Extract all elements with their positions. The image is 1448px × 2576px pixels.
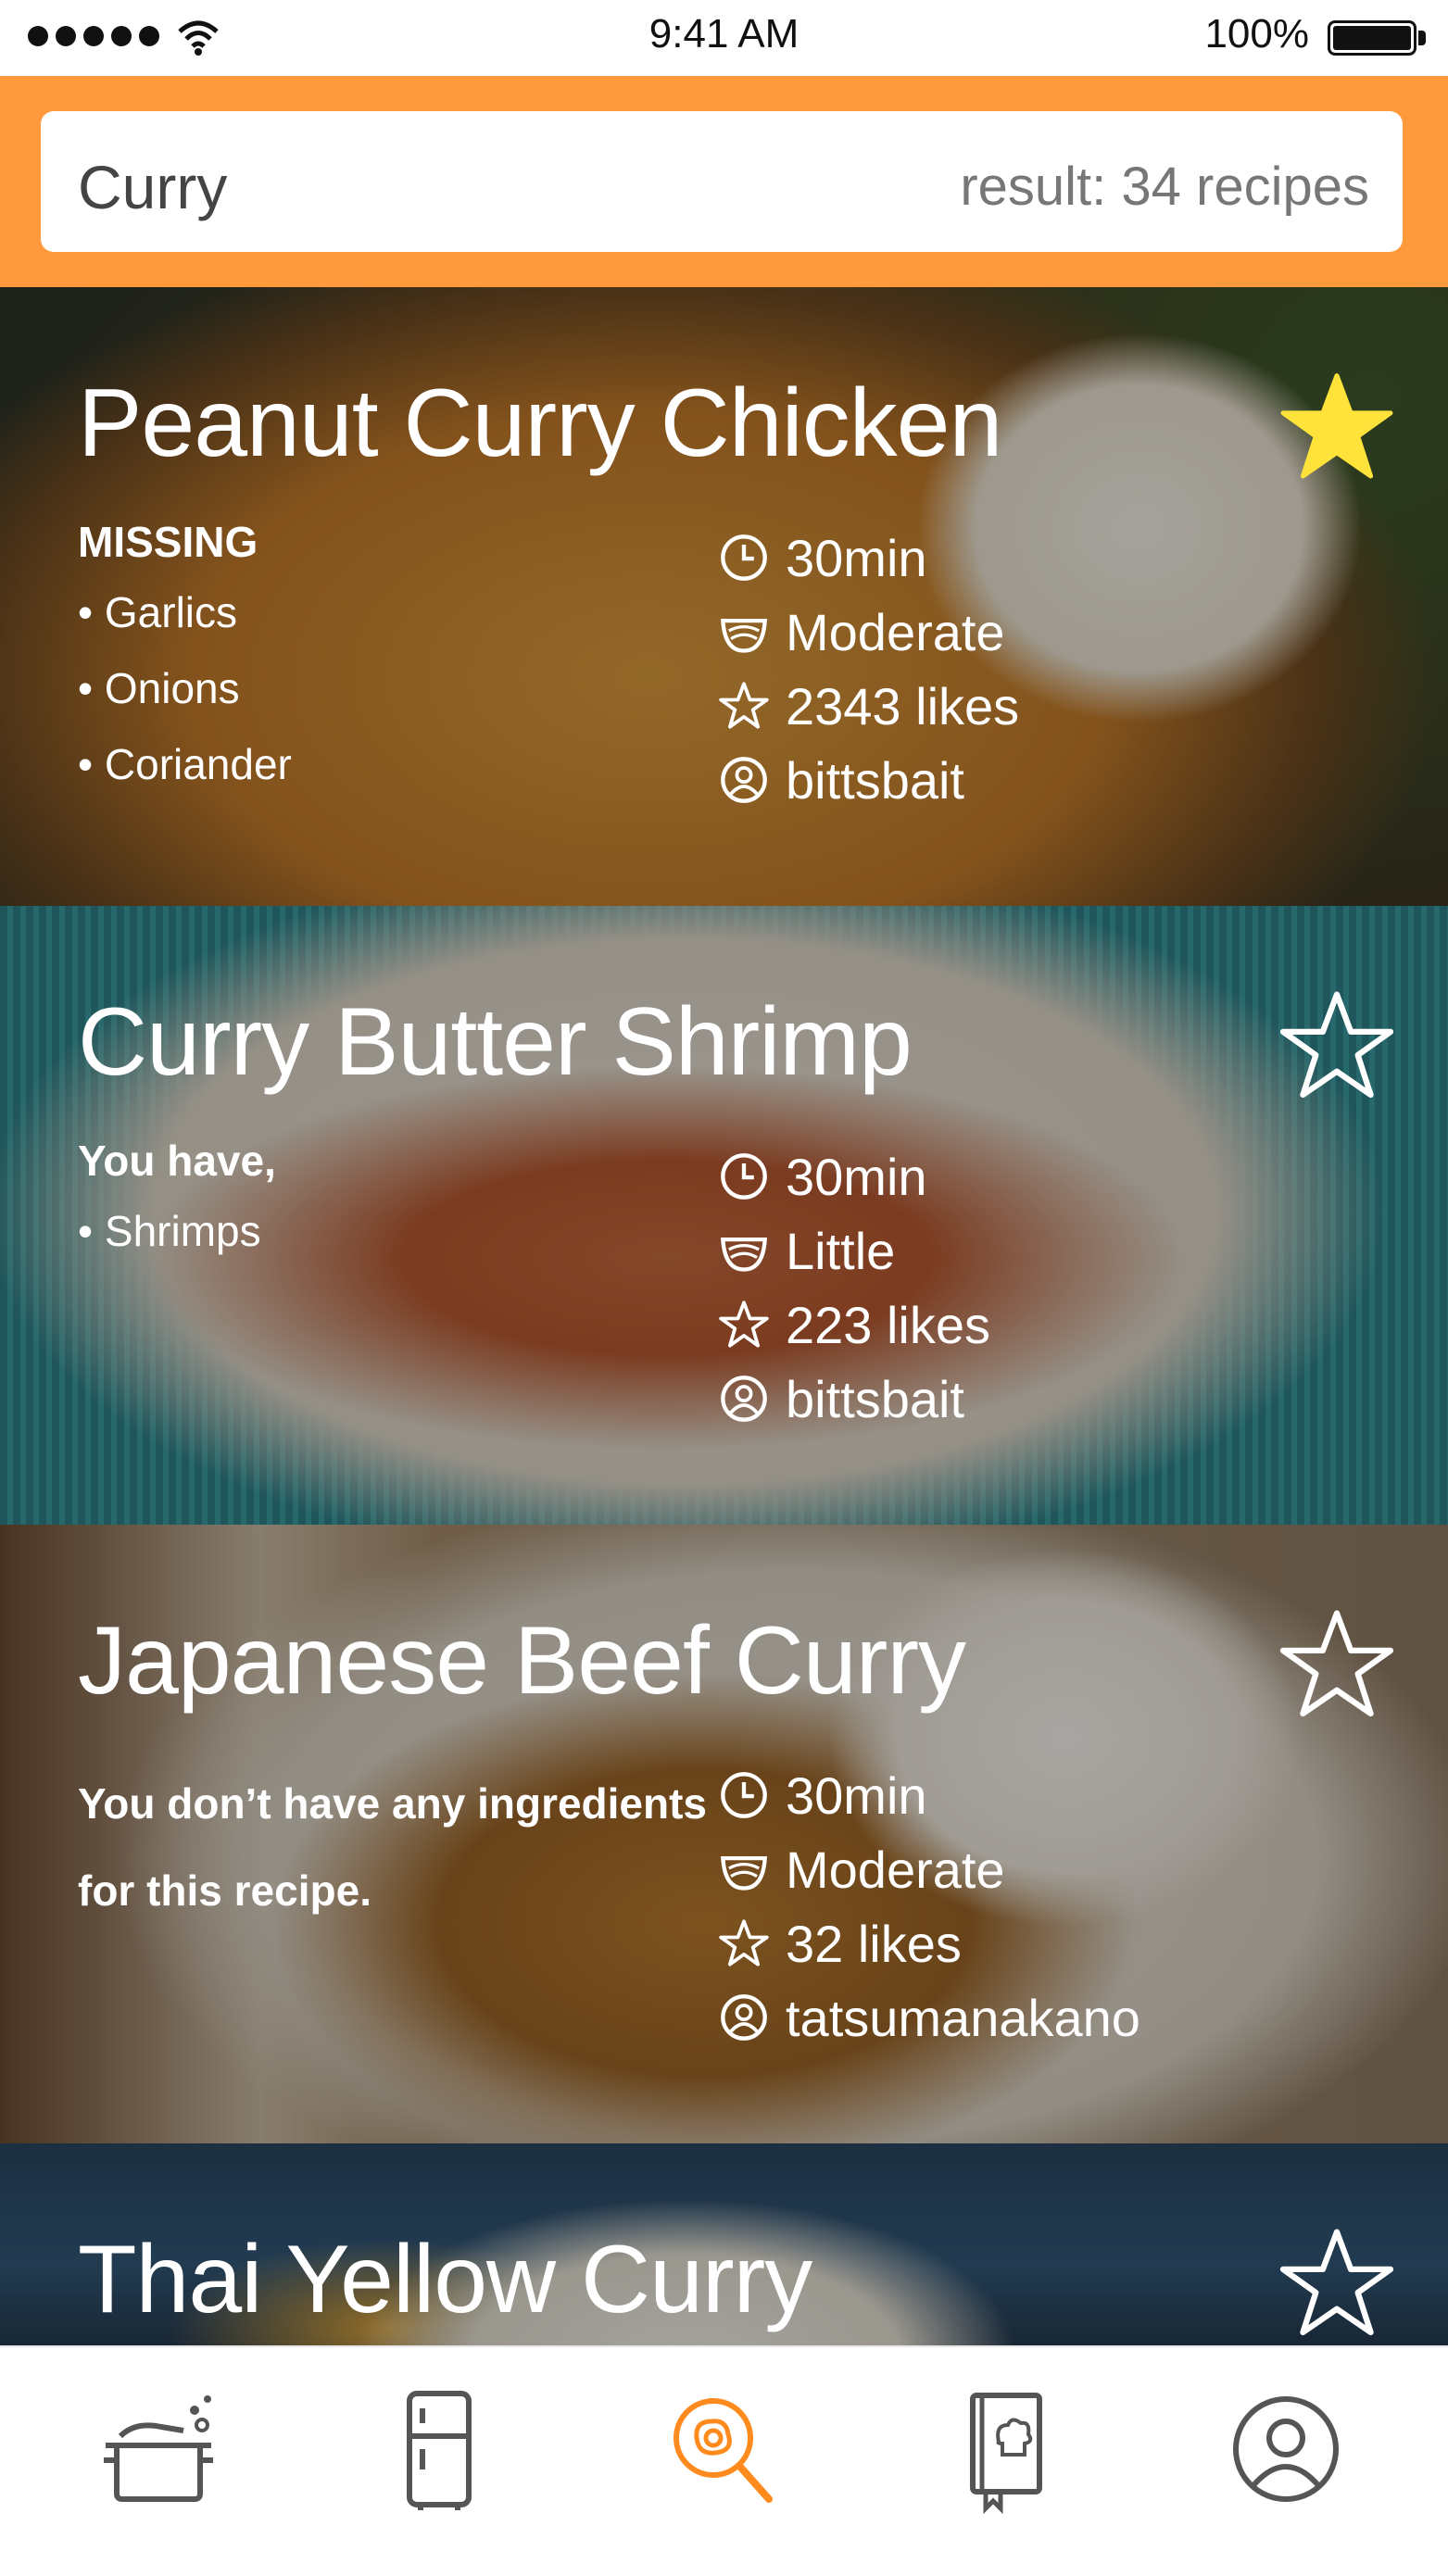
recipe-title: Peanut Curry Chicken: [78, 370, 1002, 477]
search-result-count: result: 34 recipes: [960, 157, 1369, 217]
nav-search[interactable]: [660, 2384, 789, 2514]
note-item: • Garlics: [78, 588, 238, 636]
note-item: • Onions: [78, 664, 240, 712]
note-item: • Coriander: [78, 740, 292, 788]
note-heading: MISSING: [78, 518, 258, 566]
user-icon: [721, 1994, 767, 2041]
nav-cook[interactable]: [98, 2384, 228, 2514]
nav-fridge[interactable]: [374, 2384, 504, 2514]
recipe-meta: 30min Moderate 32 likes tatsumanakano: [719, 1758, 1140, 2055]
meta-time: 30min: [719, 1758, 1140, 1832]
recipe-card-japanese-beef-curry[interactable]: Japanese Beef Curry You don’t have any i…: [0, 1525, 1448, 2143]
meta-difficulty: Little: [719, 1213, 990, 1288]
meta-author: bittsbait: [719, 1362, 990, 1436]
recipe-card-curry-butter-shrimp[interactable]: Curry Butter Shrimp You have, • Shrimps …: [0, 906, 1448, 1525]
note-item: • Shrimps: [78, 1207, 261, 1255]
nav-profile[interactable]: [1221, 2384, 1351, 2514]
battery-icon: [1328, 20, 1417, 56]
recipe-title: Curry Butter Shrimp: [78, 988, 913, 1096]
search-query: Curry: [78, 153, 228, 221]
recipe-title: Japanese Beef Curry: [78, 1607, 966, 1715]
bottom-nav: [0, 2345, 1448, 2576]
clock-icon: [721, 534, 767, 581]
recipe-meta: 30min Moderate 2343 likes bittsbait: [719, 521, 1019, 817]
star-outline-icon: [719, 682, 769, 729]
bowl-icon: [721, 1855, 767, 1891]
status-bar: 9:41 AM 100%: [0, 0, 1448, 76]
meta-likes: 32 likes: [719, 1906, 1140, 1980]
recipe-title: Thai Yellow Curry: [78, 2226, 812, 2333]
recipe-card-peanut-curry-chicken[interactable]: Peanut Curry Chicken MISSING • Garlics •…: [0, 287, 1448, 906]
favorite-star-outline-icon[interactable]: [1278, 1606, 1395, 1723]
meta-time: 30min: [719, 1139, 990, 1213]
ingredient-note: You don’t have any ingredients for this …: [78, 1754, 708, 1934]
ingredient-note: You have, • Shrimps: [78, 1136, 708, 1282]
favorite-star-outline-icon[interactable]: [1278, 987, 1395, 1104]
recipe-book-icon: [970, 2393, 1042, 2515]
favorite-star-icon[interactable]: [1278, 369, 1395, 485]
ingredient-note: MISSING • Garlics • Onions • Coriander: [78, 517, 708, 815]
meta-likes: 2343 likes: [719, 669, 1019, 743]
meta-difficulty: Moderate: [719, 1832, 1140, 1906]
bowl-icon: [721, 618, 767, 653]
meta-time: 30min: [719, 521, 1019, 595]
battery-percent: 100%: [1204, 11, 1309, 57]
user-icon: [721, 1376, 767, 1422]
recipe-card-thai-yellow-curry[interactable]: Thai Yellow Curry: [0, 2143, 1448, 2345]
star-outline-icon: [719, 1919, 769, 1967]
favorite-star-outline-icon[interactable]: [1278, 2225, 1395, 2342]
search-pan-icon: [674, 2398, 773, 2503]
meta-likes: 223 likes: [719, 1288, 990, 1362]
profile-icon: [1233, 2396, 1339, 2502]
cooking-pot-icon: [104, 2395, 213, 2502]
meta-author: tatsumanakano: [719, 1980, 1140, 2055]
clock-icon: [721, 1153, 767, 1200]
note-heading: You have,: [78, 1137, 276, 1185]
search-header: Curry result: 34 recipes: [0, 76, 1448, 287]
nav-recipes[interactable]: [941, 2384, 1071, 2515]
bowl-icon: [721, 1237, 767, 1272]
meta-difficulty: Moderate: [719, 595, 1019, 669]
clock-icon: [721, 1772, 767, 1818]
fridge-icon: [407, 2391, 472, 2510]
note-text: You don’t have any ingredients for this …: [78, 1779, 708, 1915]
user-icon: [721, 757, 767, 803]
search-input[interactable]: Curry result: 34 recipes: [41, 111, 1403, 252]
star-outline-icon: [719, 1301, 769, 1348]
recipe-meta: 30min Little 223 likes bittsbait: [719, 1139, 990, 1436]
meta-author: bittsbait: [719, 743, 1019, 817]
